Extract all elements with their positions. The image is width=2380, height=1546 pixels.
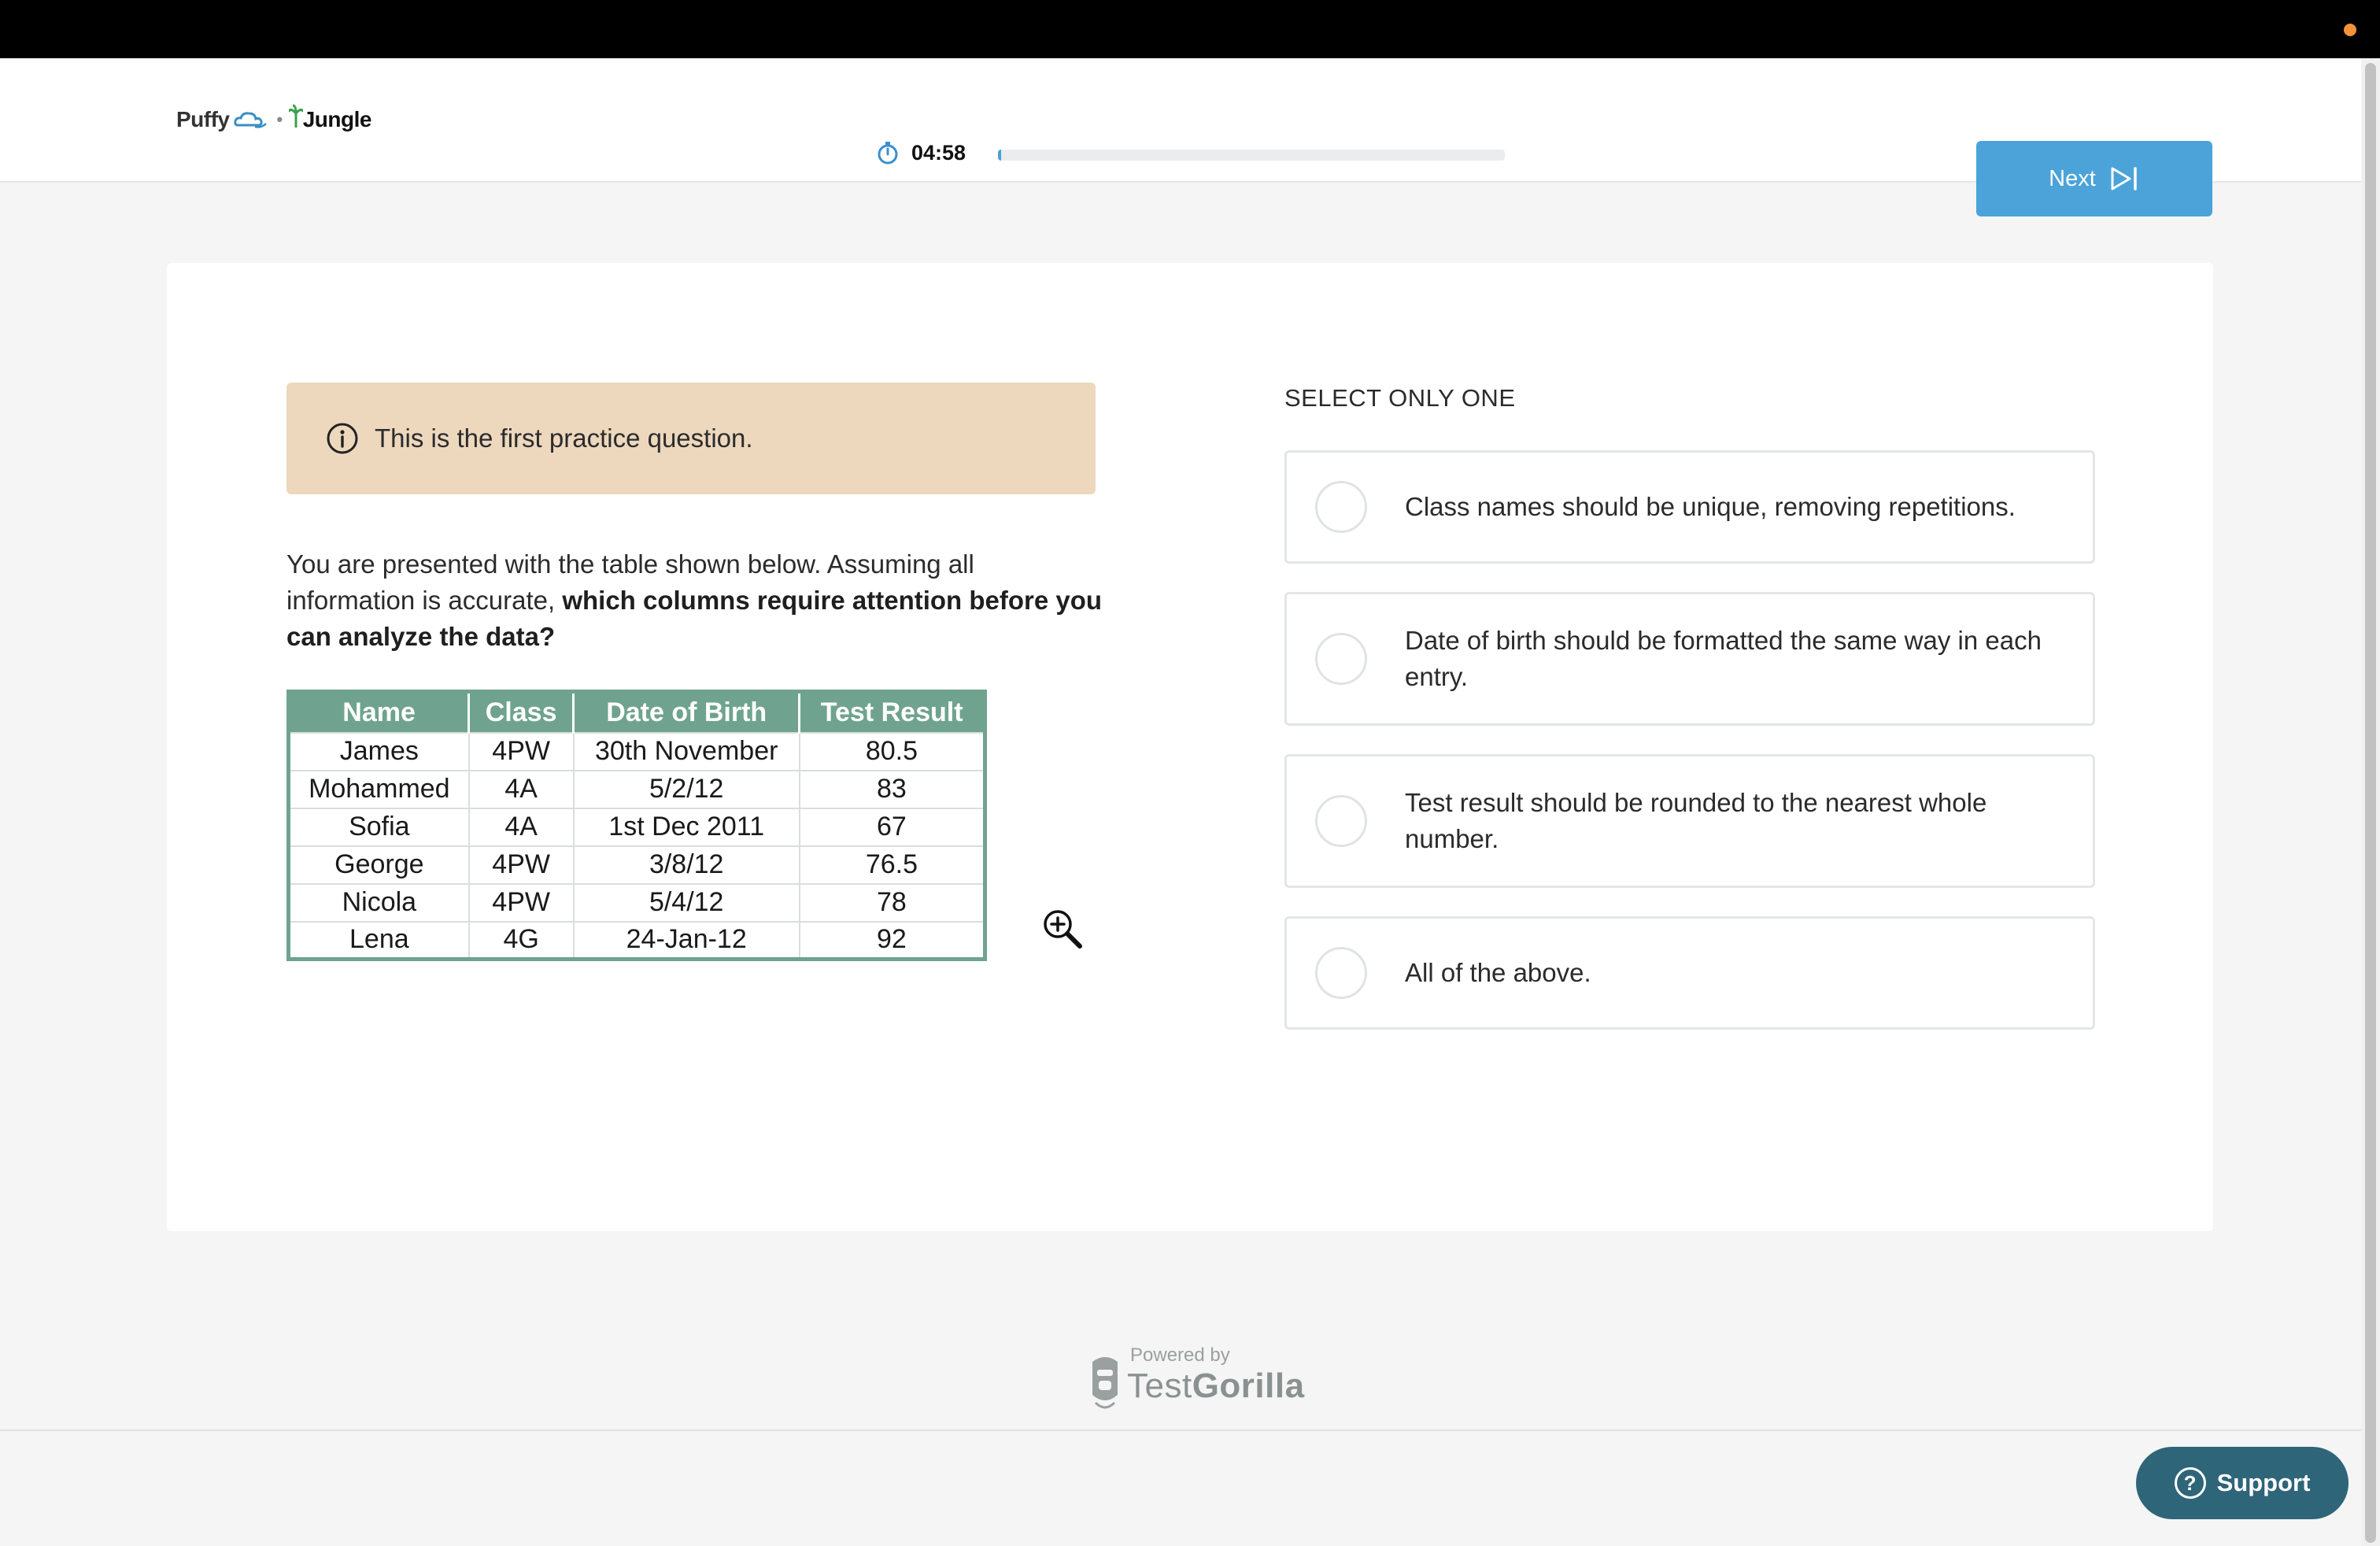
stopwatch-icon [878,142,898,165]
table-cell: 4PW [468,882,575,923]
top-header: Puffy • Jungle 04:58 Next [0,58,2361,216]
table-row: James 4PW 30th November 80.5 [287,731,986,771]
answer-option-3[interactable]: Test result should be rounded to the nea… [1284,754,2095,888]
table-cell: 30th November [572,731,800,771]
table-cell: Sofia [287,807,470,847]
table-cell: George [287,845,470,885]
skip-forward-icon [2111,167,2137,190]
table-cell: 4A [468,807,575,847]
info-icon [327,423,358,454]
support-label: Support [2216,1469,2311,1496]
palm-logo-icon [287,104,305,136]
scrollbar-thumb[interactable] [2365,63,2376,1543]
table-cell: 4G [468,920,575,960]
table-cell: 80.5 [798,731,986,771]
answer-option-text: Class names should be unique, removing r… [1405,492,2016,521]
gorilla-logo-icon [1092,1357,1118,1409]
question-card: This is the first practice question. You… [167,263,2213,1231]
os-menu-bar [0,0,2380,58]
table-cell: 1st Dec 2011 [572,807,800,847]
table-row: Nicola 4PW 5/4/12 78 [287,882,986,923]
answer-option-1[interactable]: Class names should be unique, removing r… [1284,450,2095,564]
table-cell: 78 [798,882,986,923]
zoom-in-icon[interactable] [1040,907,1085,951]
brand-name-light: Test [1127,1367,1192,1405]
footer-divider [0,1429,2361,1431]
radio-button[interactable] [1315,633,1367,685]
table-header-class: Class [468,691,575,733]
table-header-row: Name Class Date of Birth Test Result [288,691,985,733]
brand-name: TestGorilla [1127,1367,1305,1406]
table-header-dob: Date of Birth [573,691,801,733]
powered-by-brand: Powered by TestGorilla [1088,1343,1304,1414]
answer-option-4[interactable]: All of the above. [1284,916,2095,1030]
answer-option-text: Date of birth should be formatted the sa… [1405,626,2042,691]
help-icon: ? [2174,1467,2206,1499]
brand-name-bold: Gorilla [1192,1367,1305,1405]
radio-button[interactable] [1315,947,1367,999]
table-cell: 5/4/12 [572,882,800,923]
table-cell: 92 [798,920,986,960]
table-cell: Mohammed [287,769,470,809]
table-cell: 83 [798,769,986,809]
answer-option-text: Test result should be rounded to the nea… [1405,788,1987,853]
table-row: Lena 4G 24-Jan-12 92 [287,920,986,960]
table-header-name: Name [288,691,471,733]
table-row: Mohammed 4A 5/2/12 83 [287,769,986,809]
recording-indicator-icon [2344,24,2356,36]
logo-text-right: Jungle [302,107,372,131]
logo-separator: • [276,109,283,129]
table-cell: 4PW [468,731,575,771]
next-button[interactable]: Next [1976,141,2212,216]
time-progress-bar [998,150,1505,161]
table-cell: James [287,731,470,771]
next-button-label: Next [2049,165,2096,191]
table-header-result: Test Result [799,691,985,733]
company-logo: Puffy • Jungle [176,102,371,137]
logo-text-left: Puffy [176,107,230,131]
table-cell: 67 [798,807,986,847]
table-cell: 76.5 [798,845,986,885]
support-button[interactable]: ? Support [2136,1447,2349,1519]
answer-option-2[interactable]: Date of birth should be formatted the sa… [1284,592,2095,726]
table-row: George 4PW 3/8/12 76.5 [287,845,986,885]
table-cell: Nicola [287,882,470,923]
page-scrollbar[interactable] [2361,58,2380,1546]
table-cell: 5/2/12 [572,769,800,809]
answer-option-text: All of the above. [1405,958,1591,987]
practice-notice: This is the first practice question. [286,383,1096,494]
question-timer: 04:58 [875,140,966,165]
select-instruction: SELECT ONLY ONE [1284,384,1516,412]
notice-text: This is the first practice question. [375,423,753,453]
student-data-table: Name Class Date of Birth Test Result Jam… [286,690,987,961]
cloud-logo-icon [233,112,267,128]
table-cell: 4A [468,769,575,809]
powered-by-label: Powered by [1130,1344,1230,1366]
question-text: You are presented with the table shown b… [286,546,1105,655]
time-progress-fill [998,150,1001,161]
table-row: Sofia 4A 1st Dec 2011 67 [287,807,986,847]
table-cell: 24-Jan-12 [572,920,800,960]
radio-button[interactable] [1315,481,1367,533]
table-cell: 3/8/12 [572,845,800,885]
radio-button[interactable] [1315,795,1367,847]
table-cell: Lena [287,920,470,960]
timer-value: 04:58 [911,140,966,165]
table-cell: 4PW [468,845,575,885]
